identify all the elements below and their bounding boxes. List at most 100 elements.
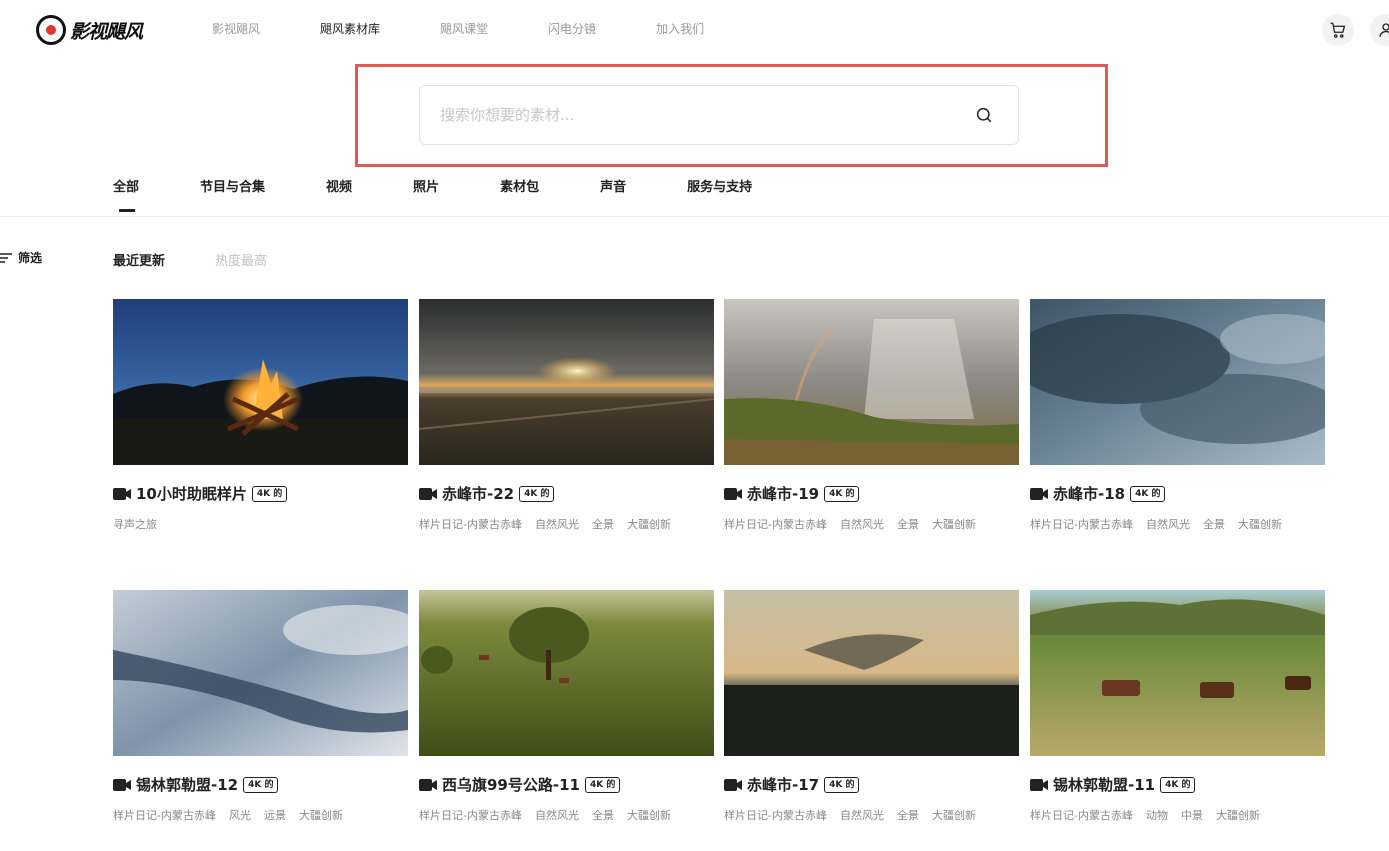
video-camera-icon — [724, 778, 742, 791]
card-tag[interactable]: 全景 — [1203, 516, 1225, 532]
quality-badge: 4K 的 — [1130, 485, 1166, 502]
video-camera-icon — [113, 487, 131, 500]
user-icon — [1379, 23, 1389, 37]
filter-button[interactable]: 筛选 — [0, 249, 42, 266]
card-tag[interactable]: 大疆创新 — [932, 807, 976, 823]
card-tag[interactable]: 风光 — [229, 807, 251, 823]
filter-icon — [0, 252, 12, 263]
card-tags: 样片日记-内蒙古赤峰 动物 中景 大疆创新 — [1030, 807, 1273, 823]
thumbnail-cattle-grassland[interactable] — [1030, 590, 1325, 756]
card-tag[interactable]: 动物 — [1146, 807, 1168, 823]
tab-photo[interactable]: 照片 — [413, 176, 439, 195]
card-tag[interactable]: 自然风光 — [535, 807, 579, 823]
card-tag[interactable]: 大疆创新 — [299, 807, 343, 823]
material-card[interactable]: 赤峰市-19 4K 的 样片日记-内蒙古赤峰 自然风光 全景 大疆创新 — [724, 299, 1019, 531]
card-tag[interactable]: 样片日记-内蒙古赤峰 — [724, 516, 827, 532]
sort-options: 最近更新 热度最高 — [113, 250, 267, 269]
card-tag[interactable]: 样片日记-内蒙古赤峰 — [724, 807, 827, 823]
tab-programs[interactable]: 节目与合集 — [200, 176, 265, 195]
thumbnail-bonfire[interactable] — [113, 299, 408, 465]
card-title-row: 赤峰市-22 4K 的 — [419, 483, 555, 504]
card-tag[interactable]: 样片日记-内蒙古赤峰 — [113, 807, 216, 823]
search-icon[interactable] — [975, 106, 993, 124]
quality-badge: 4K 的 — [519, 485, 555, 502]
card-title-row: 锡林郭勒盟-12 4K 的 — [113, 774, 279, 795]
card-title[interactable]: 锡林郭勒盟-12 — [136, 774, 238, 795]
video-camera-icon — [724, 487, 742, 500]
quality-badge: 4K 的 — [824, 776, 860, 793]
material-card[interactable]: 赤峰市-17 4K 的 样片日记-内蒙古赤峰 自然风光 全景 大疆创新 — [724, 590, 1019, 822]
tab-all[interactable]: 全部 — [113, 176, 139, 212]
card-tag[interactable]: 样片日记-内蒙古赤峰 — [1030, 807, 1133, 823]
nav-item-storyboard[interactable]: 闪电分镜 — [548, 20, 596, 37]
card-title-row: 锡林郭勒盟-11 4K 的 — [1030, 774, 1196, 795]
thumbnail-storm-clouds[interactable] — [1030, 299, 1325, 465]
card-tag[interactable]: 全景 — [897, 807, 919, 823]
nav-item-yingshijufeng[interactable]: 影视飓风 — [212, 20, 260, 37]
video-camera-icon — [1030, 487, 1048, 500]
card-title-row: 赤峰市-18 4K 的 — [1030, 483, 1166, 504]
material-card[interactable]: 西乌旗99号公路-11 4K 的 样片日记-内蒙古赤峰 自然风光 全景 大疆创新 — [419, 590, 714, 822]
card-tag[interactable]: 大疆创新 — [1238, 516, 1282, 532]
card-tag[interactable]: 大疆创新 — [1216, 807, 1260, 823]
card-title[interactable]: 赤峰市-18 — [1053, 483, 1125, 504]
thumbnail-dusk-cloud[interactable] — [724, 590, 1019, 756]
card-tag[interactable]: 寻声之旅 — [113, 516, 157, 532]
card-tag[interactable]: 自然风光 — [1146, 516, 1190, 532]
user-button[interactable] — [1370, 14, 1389, 46]
material-card[interactable]: 赤峰市-22 4K 的 样片日记-内蒙古赤峰 自然风光 全景 大疆创新 — [419, 299, 714, 531]
material-card[interactable]: 锡林郭勒盟-12 4K 的 样片日记-内蒙古赤峰 风光 远景 大疆创新 — [113, 590, 408, 822]
card-tag[interactable]: 全景 — [592, 516, 614, 532]
card-tags: 样片日记-内蒙古赤峰 自然风光 全景 大疆创新 — [419, 516, 684, 532]
card-tag[interactable]: 样片日记-内蒙古赤峰 — [419, 516, 522, 532]
tab-services[interactable]: 服务与支持 — [687, 176, 752, 195]
material-card[interactable]: 10小时助眠样片 4K 的 寻声之旅 — [113, 299, 408, 531]
card-title[interactable]: 赤峰市-19 — [747, 483, 819, 504]
brand-logo[interactable]: 影视飓风 — [36, 14, 143, 46]
search-input[interactable] — [440, 86, 960, 144]
card-tags: 样片日记-内蒙古赤峰 自然风光 全景 大疆创新 — [724, 516, 989, 532]
thumbnail-rain-rainbow[interactable] — [724, 299, 1019, 465]
tab-video[interactable]: 视频 — [326, 176, 352, 195]
nav-item-join-us[interactable]: 加入我们 — [656, 20, 704, 37]
card-title-row: 赤峰市-17 4K 的 — [724, 774, 860, 795]
card-tag[interactable]: 远景 — [264, 807, 286, 823]
thumbnail-grassland-tree[interactable] — [419, 590, 714, 756]
video-camera-icon — [113, 778, 131, 791]
card-tag[interactable]: 全景 — [897, 516, 919, 532]
card-tag[interactable]: 大疆创新 — [627, 807, 671, 823]
sort-latest[interactable]: 最近更新 — [113, 250, 165, 269]
card-tag[interactable]: 样片日记-内蒙古赤峰 — [419, 807, 522, 823]
quality-badge: 4K 的 — [243, 776, 279, 793]
quality-badge: 4K 的 — [824, 485, 860, 502]
thumbnail-sunset-field[interactable] — [419, 299, 714, 465]
card-title[interactable]: 西乌旗99号公路-11 — [442, 774, 580, 795]
card-tag[interactable]: 大疆创新 — [627, 516, 671, 532]
nav-item-classroom[interactable]: 飓风课堂 — [440, 20, 488, 37]
card-title[interactable]: 锡林郭勒盟-11 — [1053, 774, 1155, 795]
card-tag[interactable]: 自然风光 — [840, 807, 884, 823]
card-title[interactable]: 10小时助眠样片 — [136, 483, 247, 504]
card-tag[interactable]: 自然风光 — [840, 516, 884, 532]
card-title-row: 西乌旗99号公路-11 4K 的 — [419, 774, 621, 795]
card-tag[interactable]: 全景 — [592, 807, 614, 823]
main-nav: 影视飓风 飓风素材库 飓风课堂 闪电分镜 加入我们 — [212, 20, 764, 37]
cart-button[interactable] — [1322, 14, 1354, 46]
sort-popular[interactable]: 热度最高 — [215, 250, 267, 269]
quality-badge: 4K 的 — [584, 776, 621, 793]
thumbnail-cloudy-sky[interactable] — [113, 590, 408, 756]
card-tag[interactable]: 自然风光 — [535, 516, 579, 532]
card-tag[interactable]: 样片日记-内蒙古赤峰 — [1030, 516, 1133, 532]
search-box[interactable] — [419, 85, 1019, 145]
card-title[interactable]: 赤峰市-17 — [747, 774, 819, 795]
card-title[interactable]: 赤峰市-22 — [442, 483, 514, 504]
material-card[interactable]: 赤峰市-18 4K 的 样片日记-内蒙古赤峰 自然风光 全景 大疆创新 — [1030, 299, 1325, 531]
tab-sound[interactable]: 声音 — [600, 176, 626, 195]
nav-item-material-library[interactable]: 飓风素材库 — [320, 20, 380, 37]
card-tag[interactable]: 大疆创新 — [932, 516, 976, 532]
tab-packs[interactable]: 素材包 — [500, 176, 539, 195]
card-tag[interactable]: 中景 — [1181, 807, 1203, 823]
card-title-row: 10小时助眠样片 4K 的 — [113, 483, 288, 504]
material-card[interactable]: 锡林郭勒盟-11 4K 的 样片日记-内蒙古赤峰 动物 中景 大疆创新 — [1030, 590, 1325, 822]
quality-badge: 4K 的 — [251, 485, 288, 502]
